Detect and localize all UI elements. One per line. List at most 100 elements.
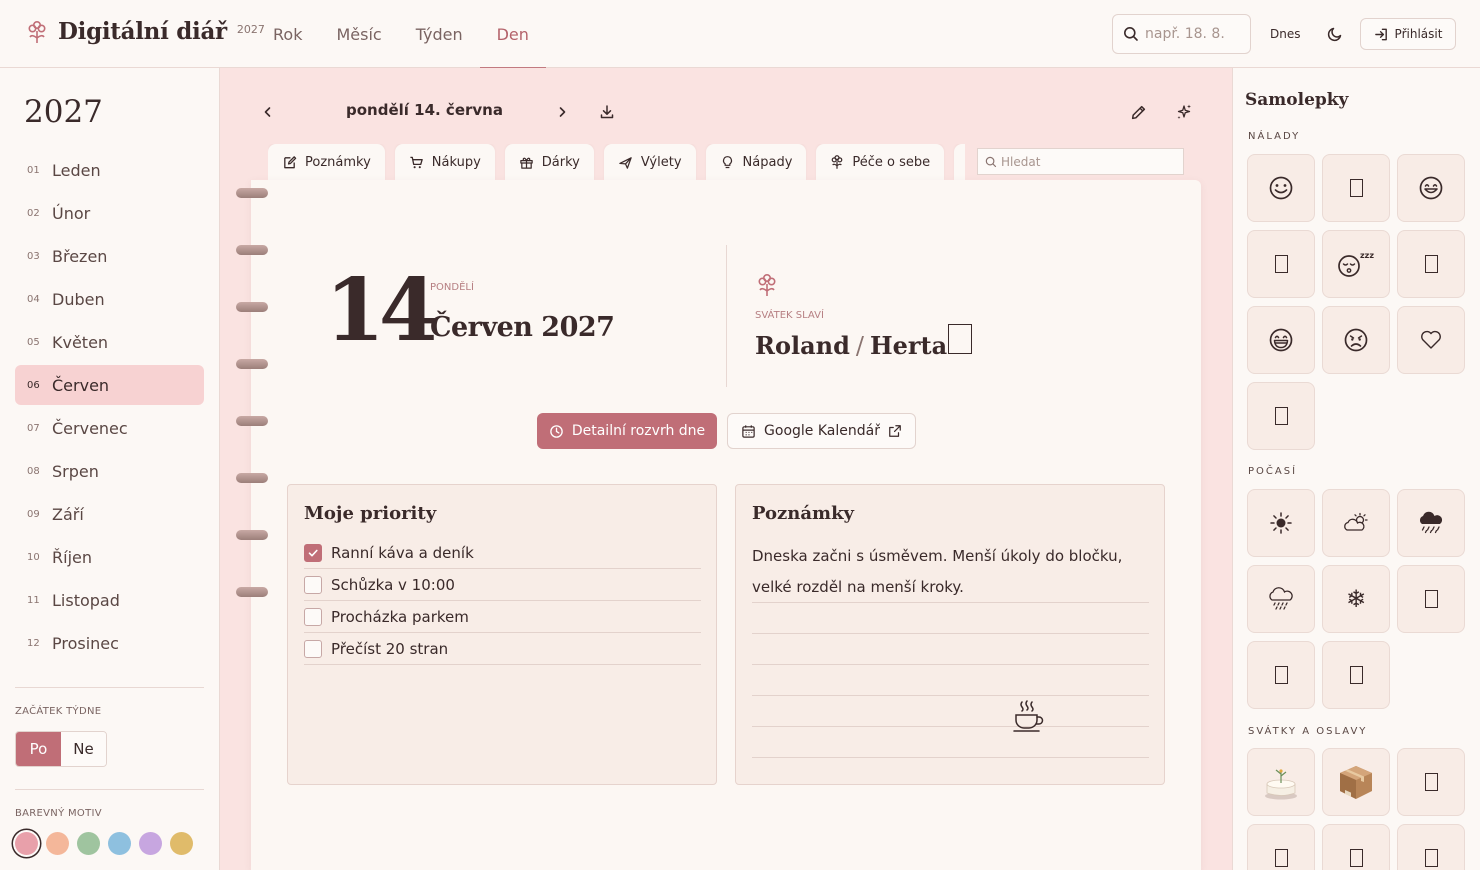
magic-button[interactable]: [1172, 100, 1196, 124]
sticker-sun[interactable]: [1247, 489, 1315, 557]
month-item-05[interactable]: 05 Květen: [15, 322, 204, 362]
sticker-heart[interactable]: [1397, 306, 1465, 374]
sticker-grin[interactable]: [1247, 306, 1315, 374]
sticker-missing[interactable]: [1322, 824, 1390, 870]
month-item-10[interactable]: 10 Říjen: [15, 537, 204, 577]
month-item-03[interactable]: 03 Březen: [15, 236, 204, 276]
gift-icon: [520, 157, 533, 169]
tab-trips[interactable]: Výlety: [603, 144, 696, 180]
sticker-section-label: NÁLADY: [1248, 131, 1301, 142]
todo-checkbox[interactable]: [304, 575, 322, 594]
nameday-label: SVÁTEK SLAVÍ: [755, 310, 824, 321]
sticker-missing[interactable]: [1397, 230, 1465, 298]
day-view: pondělí 14. června Poznámky Nákupy Dárky: [220, 68, 1232, 870]
week-start-label: ZAČÁTEK TÝDNE: [15, 706, 102, 717]
theme-swatch[interactable]: [15, 832, 38, 855]
theme-swatch[interactable]: [77, 832, 100, 855]
sticker-missing[interactable]: [1397, 748, 1465, 816]
month-name: Červenec: [52, 418, 128, 438]
tab-month[interactable]: Měsíc: [319, 0, 398, 68]
tab-label: Poznámky: [305, 154, 371, 170]
tab-ideas[interactable]: Nápady: [705, 144, 807, 180]
date-search-input[interactable]: [1145, 26, 1245, 42]
next-day-button[interactable]: [550, 100, 574, 124]
tab-week[interactable]: Týden: [399, 0, 480, 68]
month-item-04[interactable]: 04 Duben: [15, 279, 204, 319]
sticker-snowflake[interactable]: ❄: [1322, 565, 1390, 633]
dark-mode-toggle[interactable]: [1323, 22, 1347, 46]
month-item-07[interactable]: 07 Červenec: [15, 408, 204, 448]
google-calendar-button[interactable]: Google Kalendář: [727, 413, 916, 449]
edit-button[interactable]: [1126, 100, 1150, 124]
missing-glyph: [1274, 666, 1288, 684]
sticker-package[interactable]: [1322, 748, 1390, 816]
month-sidebar: 2027 01 Leden 02 Únor 03 Březen 04 Duben 05 K…: [0, 68, 220, 870]
sticker-missing[interactable]: [1247, 382, 1315, 450]
todo-checkbox[interactable]: [304, 639, 322, 658]
sticker-missing[interactable]: [1247, 641, 1315, 709]
sticker-sleepy[interactable]: zzz: [1322, 230, 1390, 298]
tab-more[interactable]: [954, 144, 965, 180]
sticker-snow-cloud[interactable]: [1247, 565, 1315, 633]
month-item-12[interactable]: 12 Prosinec: [15, 623, 204, 663]
month-item-06[interactable]: 06 Červen: [15, 365, 204, 405]
month-name: Prosinec: [52, 633, 119, 653]
detailed-schedule-button[interactable]: Detailní rozvrh dne: [537, 413, 717, 449]
search-icon: [1124, 27, 1138, 41]
brand[interactable]: Digitální diář 2027: [26, 18, 265, 45]
todo-text: Schůzka v 10:00: [331, 575, 455, 594]
sticker-missing[interactable]: [1247, 230, 1315, 298]
tab-gifts[interactable]: Dárky: [504, 144, 594, 180]
theme-swatch[interactable]: [46, 832, 69, 855]
week-start-sunday[interactable]: Ne: [61, 732, 106, 766]
sticker-cake[interactable]: [1247, 748, 1315, 816]
moon-icon: [1327, 27, 1342, 42]
sticker-missing[interactable]: [1397, 565, 1465, 633]
binder-ring: [236, 188, 268, 198]
stickers-title: Samolepky: [1245, 90, 1349, 110]
tab-self-care[interactable]: Péče o sebe: [816, 144, 945, 180]
category-search-input[interactable]: [1001, 154, 1171, 169]
month-item-02[interactable]: 02 Únor: [15, 193, 204, 233]
theme-swatch[interactable]: [139, 832, 162, 855]
previous-day-button[interactable]: [256, 100, 280, 124]
sticker-rain[interactable]: [1397, 489, 1465, 557]
download-button[interactable]: [595, 100, 619, 124]
month-item-09[interactable]: 09 Září: [15, 494, 204, 534]
divider: [15, 789, 204, 790]
month-name: Únor: [52, 203, 91, 223]
sticker-sun-cloud[interactable]: [1322, 489, 1390, 557]
todo-checkbox[interactable]: [304, 543, 322, 562]
app-title: Digitální diář: [58, 18, 227, 45]
happy-face-icon: [1419, 176, 1443, 200]
sticker-happy[interactable]: [1397, 154, 1465, 222]
month-item-11[interactable]: 11 Listopad: [15, 580, 204, 620]
sticker-missing[interactable]: [1247, 824, 1315, 870]
sticker-missing[interactable]: [1397, 824, 1465, 870]
sticker-smile[interactable]: [1247, 154, 1315, 222]
week-start-monday[interactable]: Po: [16, 732, 61, 766]
todo-checkbox[interactable]: [304, 607, 322, 626]
priorities-card: Moje priority Ranní káva a deník Schůzka…: [287, 484, 717, 785]
tab-shopping[interactable]: Nákupy: [394, 144, 495, 180]
tab-day[interactable]: Den: [479, 0, 547, 69]
theme-swatch[interactable]: [170, 832, 193, 855]
theme-swatch[interactable]: [108, 832, 131, 855]
month-name: Listopad: [52, 590, 120, 610]
sticker-worried[interactable]: [1322, 306, 1390, 374]
tab-year[interactable]: Rok: [256, 0, 319, 68]
tab-label: Dárky: [541, 154, 580, 170]
sticker-missing[interactable]: [1322, 641, 1390, 709]
todo-item: Přečíst 20 stran: [304, 633, 701, 665]
month-item-08[interactable]: 08 Srpen: [15, 451, 204, 491]
sticker-missing[interactable]: [1322, 154, 1390, 222]
notes-text[interactable]: Dneska začni s úsměvem. Menší úkoly do b…: [752, 541, 1152, 603]
date-search: [1112, 14, 1251, 54]
nameday-names: Roland / Herta: [755, 324, 973, 360]
month-item-01[interactable]: 01 Leden: [15, 150, 204, 190]
tab-notes[interactable]: Poznámky: [268, 144, 385, 180]
month-name: Květen: [52, 332, 109, 352]
note-line: [752, 664, 1149, 665]
today-button[interactable]: Dnes: [1262, 22, 1308, 46]
login-button[interactable]: Přihlásit: [1360, 18, 1456, 50]
